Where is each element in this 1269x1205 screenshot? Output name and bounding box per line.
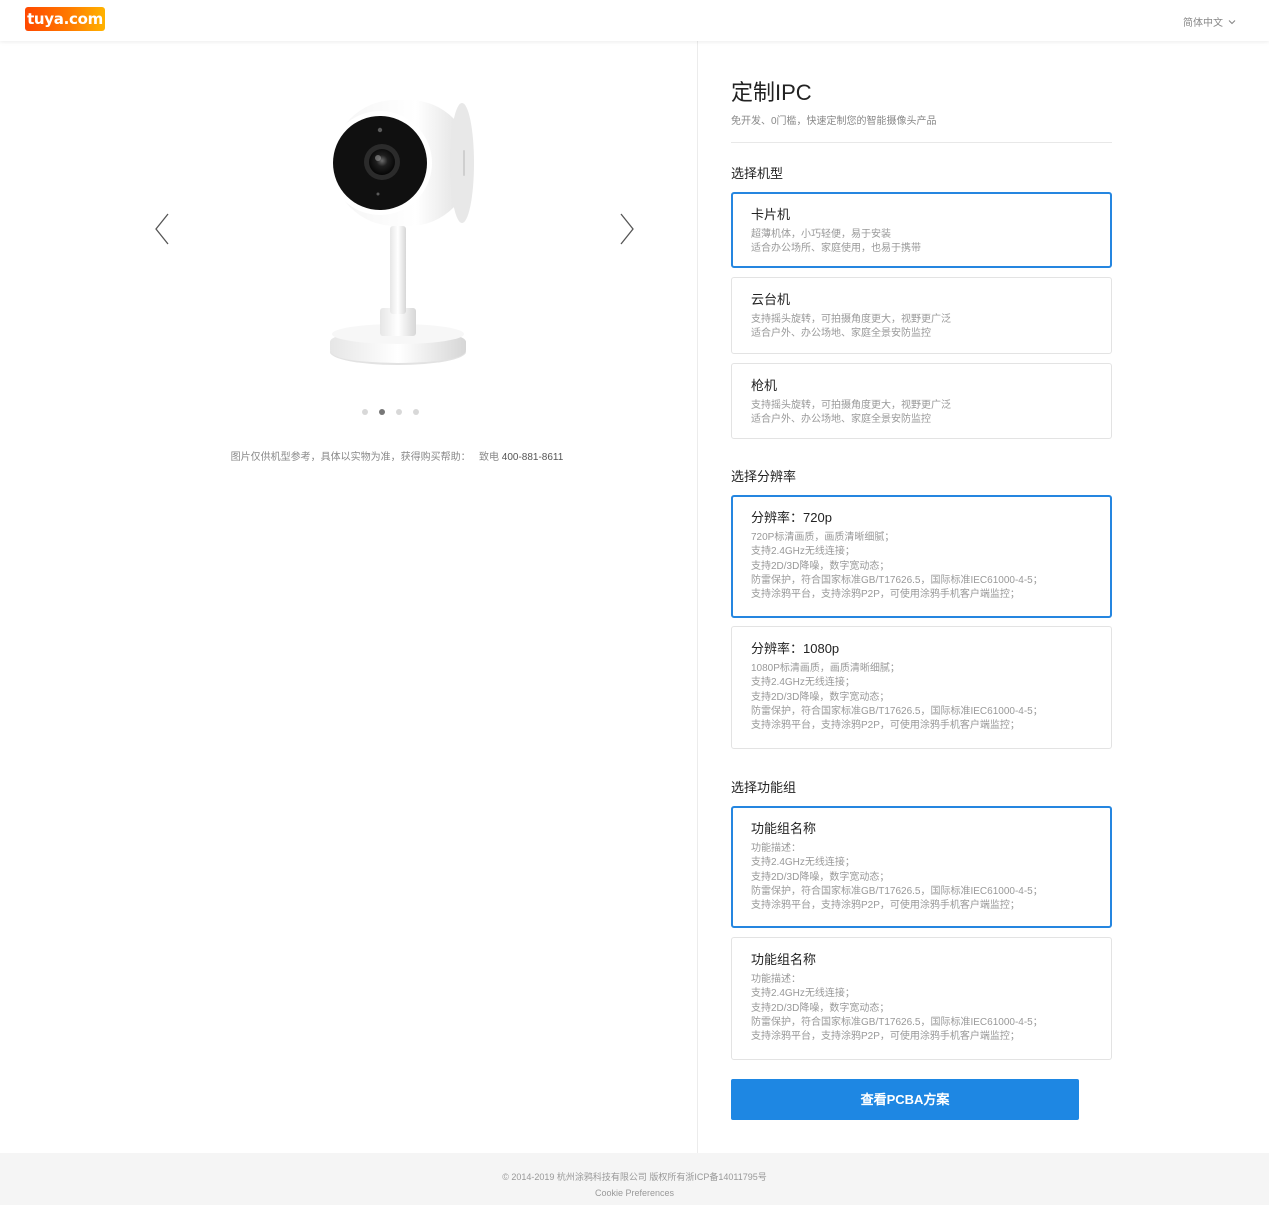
cookie-preferences-link[interactable]: Cookie Preferences [595, 1188, 674, 1198]
option-title: 枪机 [751, 378, 778, 393]
copyright-text: © 2014-2019 杭州涂鸦科技有限公司 版权所有浙ICP备14011795… [502, 1172, 767, 1182]
page-subtitle: 免开发、0门槛，快速定制您的智能摄像头产品 [731, 116, 937, 127]
carousel-dot-1[interactable] [362, 409, 368, 415]
language-selector[interactable]: 简体中文 [1183, 14, 1237, 29]
carousel-dot-3[interactable] [396, 409, 402, 415]
chevron-right-icon[interactable] [617, 211, 637, 247]
section-title-model: 选择机型 [731, 166, 784, 181]
model-option-ptz-camera[interactable]: 云台机 支持摇头旋转，可拍摄角度更大，视野更广泛 适合户外、办公场地、家庭全景安… [731, 277, 1112, 354]
resolution-option-1080p[interactable]: 分辨率：1080p 1080P标清画质，画质清晰细腻； 支持2.4GHz无线连接… [731, 626, 1112, 749]
page-footer: © 2014-2019 杭州涂鸦科技有限公司 版权所有浙ICP备14011795… [0, 1153, 1269, 1205]
camera-product-image [328, 100, 474, 365]
tuya-logo[interactable]: tuya.com [25, 7, 105, 31]
option-title: 功能组名称 [751, 821, 817, 836]
section-title-resolution: 选择分辨率 [731, 469, 797, 484]
title-divider [731, 142, 1112, 143]
section-title-feature: 选择功能组 [731, 780, 797, 795]
page-title: 定制IPC [731, 80, 812, 105]
top-header: tuya.com 简体中文 [0, 0, 1269, 41]
chevron-left-icon[interactable] [152, 211, 172, 247]
model-option-card-camera[interactable]: 卡片机 超薄机体，小巧轻便，易于安装 适合办公场所、家庭使用，也易于携带 [731, 192, 1112, 268]
cookie-preferences: Cookie Preferences [0, 1188, 1269, 1198]
feature-group-option-1[interactable]: 功能组名称 功能描述： 支持2.4GHz无线连接； 支持2D/3D降噪，数字宽动… [731, 806, 1112, 928]
feature-group-option-2[interactable]: 功能组名称 功能描述： 支持2.4GHz无线连接； 支持2D/3D降噪，数字宽动… [731, 937, 1112, 1060]
option-desc: 支持摇头旋转，可拍摄角度更大，视野更广泛 适合户外、办公场地、家庭全景安防监控 [751, 314, 951, 340]
option-title: 分辨率：1080p [751, 641, 840, 656]
option-desc: 功能描述： 支持2.4GHz无线连接； 支持2D/3D降噪，数字宽动态； 防雷保… [751, 843, 1043, 912]
phone-number[interactable]: 400-881-8611 [502, 452, 564, 463]
phone-prefix: 致电 [479, 452, 499, 463]
option-title: 分辨率：720p [751, 510, 832, 525]
option-desc: 超薄机体，小巧轻便，易于安装 适合办公场所、家庭使用，也易于携带 [751, 229, 921, 255]
option-desc: 功能描述： 支持2.4GHz无线连接； 支持2D/3D降噪，数字宽动态； 防雷保… [751, 974, 1043, 1043]
chevron-down-icon [1228, 19, 1236, 24]
option-desc: 720P标清画质，画质清晰细腻； 支持2.4GHz无线连接； 支持2D/3D降噪… [751, 532, 1043, 601]
view-pcba-button[interactable]: 查看PCBA方案 [731, 1079, 1079, 1120]
option-desc: 支持摇头旋转，可拍摄角度更大，视野更广泛 适合户外、办公场地、家庭全景安防监控 [751, 400, 951, 426]
option-title: 云台机 [751, 292, 791, 307]
carousel-dot-2[interactable] [379, 409, 385, 415]
resolution-option-720p[interactable]: 分辨率：720p 720P标清画质，画质清晰细腻； 支持2.4GHz无线连接； … [731, 495, 1112, 618]
option-title: 功能组名称 [751, 952, 817, 967]
option-desc: 1080P标清画质，画质清晰细腻； 支持2.4GHz无线连接； 支持2D/3D降… [751, 663, 1043, 732]
carousel-dots [362, 409, 419, 415]
product-gallery: 图片仅供机型参考，具体以实物为准，获得购买帮助： 致电 400-881-8611 [0, 41, 697, 521]
vertical-divider [697, 41, 698, 1153]
option-title: 卡片机 [751, 207, 791, 222]
model-option-bullet-camera[interactable]: 枪机 支持摇头旋转，可拍摄角度更大，视野更广泛 适合户外、办公场地、家庭全景安防… [731, 363, 1112, 439]
carousel-dot-4[interactable] [413, 409, 419, 415]
purchase-help-note: 图片仅供机型参考，具体以实物为准，获得购买帮助： 致电 400-881-8611 [0, 448, 794, 463]
language-label: 简体中文 [1183, 18, 1223, 29]
purchase-help-text: 图片仅供机型参考，具体以实物为准，获得购买帮助： [230, 452, 471, 463]
